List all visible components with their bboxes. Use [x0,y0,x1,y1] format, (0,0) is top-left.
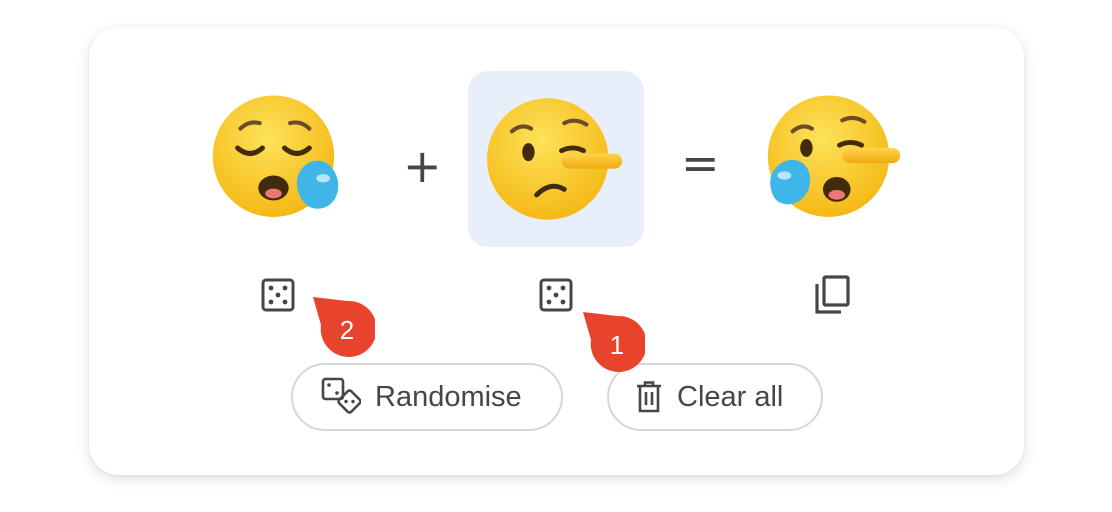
clear-all-label: Clear all [677,380,784,413]
lying-face-icon [487,98,623,220]
randomise-left-button[interactable] [256,273,300,317]
left-emoji-slot[interactable] [191,71,367,247]
step-marker-number: 1 [609,329,625,360]
trash-icon [637,381,661,413]
copy-icon [815,275,850,314]
sleepy-face-icon [212,95,339,217]
randomise-label: Randomise [375,380,522,413]
step-marker-1: 1 [583,312,645,374]
step-marker-number: 2 [339,314,355,345]
dice-pair-icon [321,377,361,414]
step-marker-2: 2 [313,297,375,359]
right-emoji-slot[interactable] [468,71,644,247]
dice-icon [261,278,295,312]
equals-sign: = [681,136,720,190]
plus-sign: + [403,139,442,193]
emoji-kitchen-card: + = Randomise Clear all [89,27,1024,475]
copy-result-button[interactable] [811,273,855,317]
randomise-button[interactable]: Randomise [291,363,563,431]
dice-icon [539,278,573,312]
randomise-right-button[interactable] [534,273,578,317]
result-emoji-slot [746,71,922,247]
sleepy-lying-face-icon [767,95,901,217]
